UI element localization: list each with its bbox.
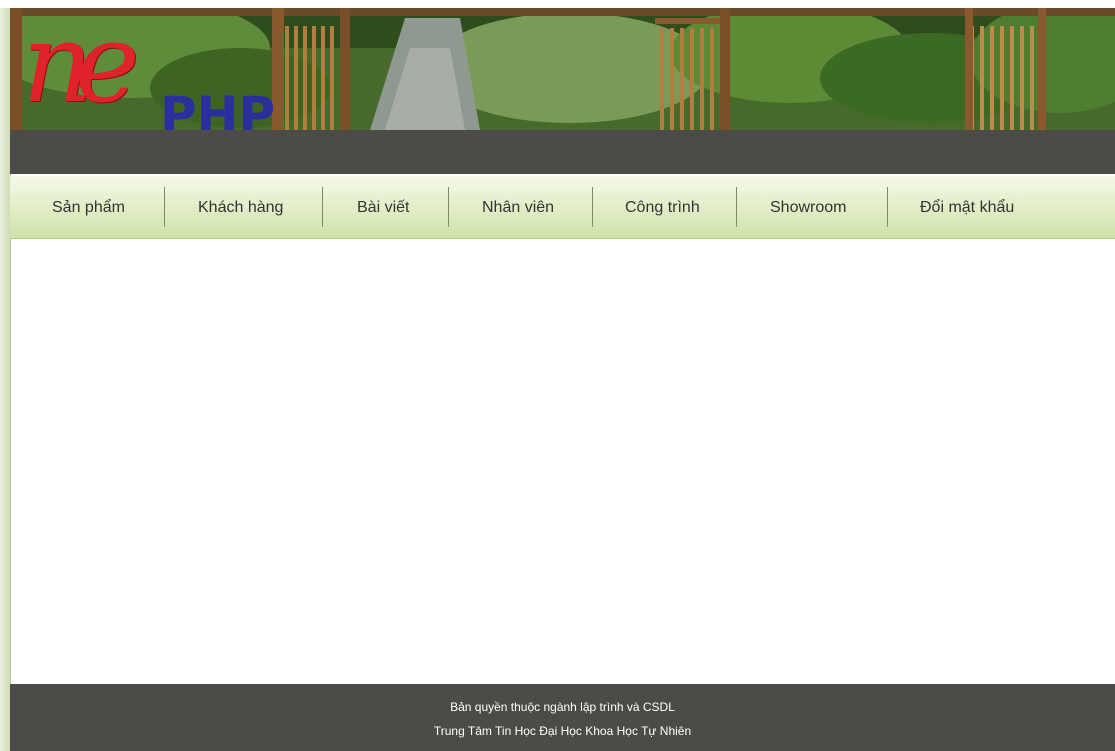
main-nav: Sản phẩm Khách hàng Bài viết Nhân viên C… <box>10 176 1115 239</box>
footer-organization: Trung Tâm Tin Học Đại Học Khoa Học Tự Nh… <box>433 724 692 738</box>
nav-separator <box>448 187 449 227</box>
footer-copyright: Bản quyền thuộc ngành lập trình và CSDL <box>450 700 675 714</box>
nav-separator <box>736 187 737 227</box>
header-dark-bar <box>10 130 1115 174</box>
footer: Bản quyền thuộc ngành lập trình và CSDL … <box>10 684 1115 751</box>
nav-item-showroom[interactable]: Showroom <box>770 176 846 238</box>
nav-item-khach-hang[interactable]: Khách hàng <box>198 176 283 238</box>
nav-separator <box>592 187 593 227</box>
nav-item-bai-viet[interactable]: Bài viết <box>357 176 409 238</box>
logo-php-text: PHP <box>160 86 276 130</box>
page: ne PHP Sản phẩm Khách hàng Bài viết Nhân… <box>0 0 1115 751</box>
nav-item-doi-mat-khau[interactable]: Đổi mật khẩu <box>920 176 1014 238</box>
nav-item-san-pham[interactable]: Sản phẩm <box>52 176 125 238</box>
nav-separator <box>887 187 888 227</box>
site-logo[interactable]: ne PHP <box>22 8 302 130</box>
header-banner: ne PHP <box>10 8 1115 130</box>
logo-script-text: ne <box>22 8 140 127</box>
nav-item-cong-trinh[interactable]: Công trình <box>625 176 700 238</box>
nav-separator <box>164 187 165 227</box>
main-content-area <box>11 239 1115 684</box>
nav-separator <box>322 187 323 227</box>
nav-item-nhan-vien[interactable]: Nhân viên <box>482 176 554 238</box>
